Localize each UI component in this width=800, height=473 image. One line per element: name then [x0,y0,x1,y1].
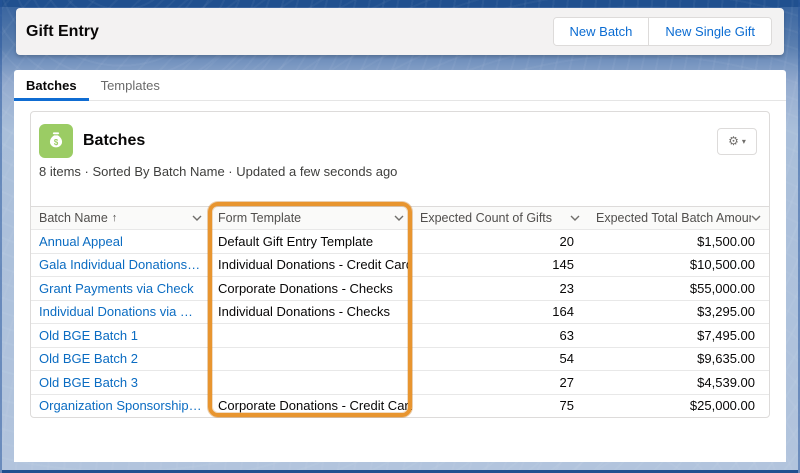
gear-icon: ⚙ [728,134,739,148]
card-title: Batches [83,132,145,150]
batches-card: $ Batches ⚙ ▾ 8 items · Sorted By Batch … [30,111,770,418]
page-title: Gift Entry [26,23,99,41]
column-header-form-template[interactable]: Form Template [210,207,412,229]
expected-count-cell: 23 [412,277,588,300]
column-header-expected-total[interactable]: Expected Total Batch Amount [588,207,769,229]
expected-total-cell: $10,500.00 [588,254,769,277]
table-row: Old BGE Batch 3 27 $4,539.00 [31,370,769,394]
main-panel: Batches Templates $ Batches ⚙ [14,70,786,462]
page-header: Gift Entry New Batch New Single Gift [16,8,784,55]
batch-name-link[interactable]: Individual Donations via Check [39,304,202,319]
expected-count-cell: 75 [412,395,588,418]
form-template-cell [210,348,412,371]
app-window: Gift Entry New Batch New Single Gift Bat… [0,0,800,473]
form-template-cell: Corporate Donations - Checks [210,277,412,300]
tab-batches[interactable]: Batches [14,70,89,100]
list-settings-button[interactable]: ⚙ ▾ [717,128,757,155]
form-template-cell [210,371,412,394]
expected-total-cell: $55,000.00 [588,277,769,300]
chevron-down-icon: ▾ [742,137,746,146]
batch-name-link[interactable]: Gala Individual Donations via Check [39,257,202,272]
form-template-cell: Default Gift Entry Template [210,230,412,253]
table-row: Old BGE Batch 2 54 $9,635.00 [31,347,769,371]
batch-name-link[interactable]: Grant Payments via Check [39,281,194,296]
batch-name-link[interactable]: Organization Sponsorships via Cre... [39,398,202,413]
column-header-expected-count[interactable]: Expected Count of Gifts [412,207,588,229]
table-row: Individual Donations via Check Individua… [31,300,769,324]
table-row: Annual Appeal Default Gift Entry Templat… [31,229,769,253]
form-template-cell [210,324,412,347]
table-row: Grant Payments via Check Corporate Donat… [31,276,769,300]
table-row: Gala Individual Donations via Check Indi… [31,253,769,277]
chevron-down-icon[interactable] [394,215,404,221]
column-header-batch-name[interactable]: Batch Name ↑ [31,207,210,229]
batch-name-link[interactable]: Old BGE Batch 1 [39,328,138,343]
expected-count-cell: 63 [412,324,588,347]
card-header: $ Batches ⚙ ▾ 8 items · Sorted By Batch … [31,112,769,182]
chevron-down-icon[interactable] [570,215,580,221]
expected-total-cell: $9,635.00 [588,348,769,371]
list-summary: 8 items · Sorted By Batch Name · Updated… [39,164,757,182]
batch-name-link[interactable]: Old BGE Batch 3 [39,375,138,390]
expected-count-cell: 20 [412,230,588,253]
header-button-group: New Batch New Single Gift [553,17,772,46]
column-label: Batch Name [39,211,108,225]
new-single-gift-button[interactable]: New Single Gift [648,18,771,45]
expected-total-cell: $3,295.00 [588,301,769,324]
tab-templates[interactable]: Templates [89,70,172,100]
expected-total-cell: $4,539.00 [588,371,769,394]
money-bag-icon: $ [39,124,73,158]
expected-count-cell: 164 [412,301,588,324]
card-spacer [31,182,769,206]
column-label: Expected Total Batch Amount [596,211,751,225]
chevron-down-icon[interactable] [751,215,761,221]
svg-text:$: $ [54,138,59,147]
expected-count-cell: 145 [412,254,588,277]
column-label: Form Template [218,211,301,225]
expected-total-cell: $7,495.00 [588,324,769,347]
form-template-cell: Individual Donations - Credit Cards [210,254,412,277]
new-batch-button[interactable]: New Batch [554,18,649,45]
table-row: Old BGE Batch 1 63 $7,495.00 [31,323,769,347]
chevron-down-icon[interactable] [192,215,202,221]
column-label: Expected Count of Gifts [420,211,552,225]
table-row: Organization Sponsorships via Cre... Cor… [31,394,769,418]
sort-ascending-icon: ↑ [112,212,118,224]
form-template-cell: Corporate Donations - Credit Cards [210,395,412,418]
expected-count-cell: 27 [412,371,588,394]
batch-name-link[interactable]: Old BGE Batch 2 [39,351,138,366]
expected-count-cell: 54 [412,348,588,371]
tab-bar: Batches Templates [14,70,786,101]
form-template-cell: Individual Donations - Checks [210,301,412,324]
expected-total-cell: $25,000.00 [588,395,769,418]
expected-total-cell: $1,500.00 [588,230,769,253]
table-header-row: Batch Name ↑ Form Template Expected Coun… [31,206,769,229]
batch-name-link[interactable]: Annual Appeal [39,234,123,249]
